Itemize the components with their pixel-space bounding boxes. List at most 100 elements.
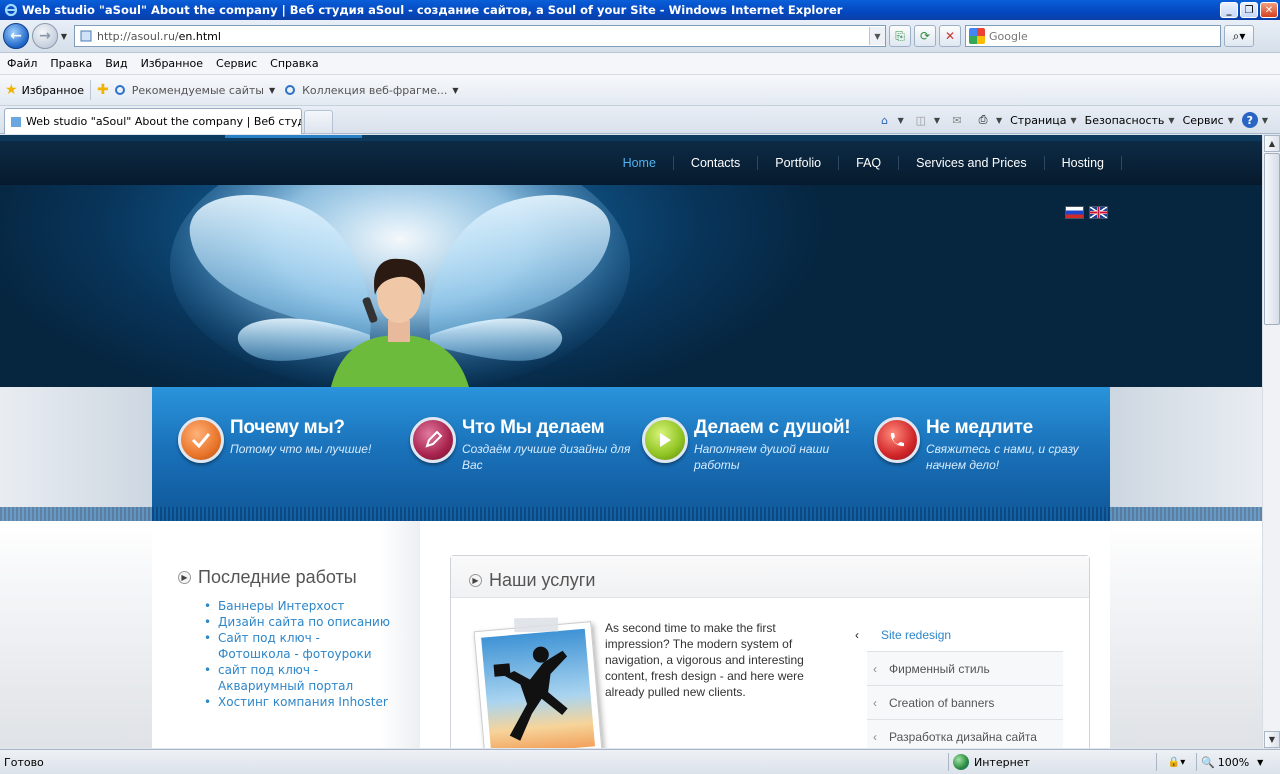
chevron-left-icon: ‹ — [873, 661, 877, 676]
compatibility-view-icon[interactable]: ⎘ — [889, 25, 911, 47]
fav-suggested-sites[interactable]: Рекомендуемые сайты ▼ — [113, 83, 275, 97]
feature-with-soul[interactable]: Делаем с душой! Наполняем душой наши раб… — [642, 417, 872, 473]
feature-what-we-do[interactable]: Что Мы делаем Создаём лучшие дизайны для… — [410, 417, 640, 473]
minimize-button[interactable]: _ — [1220, 2, 1238, 18]
services-header: ▶ Наши услуги — [451, 556, 1089, 598]
menu-favorites[interactable]: Избранное — [141, 57, 203, 70]
new-tab-button[interactable] — [304, 110, 333, 134]
feeds-button[interactable]: ◫ ▼ — [912, 112, 940, 128]
content-column: ▶ Последние работы Баннеры Интерхост Диз… — [152, 521, 1110, 748]
service-site-design[interactable]: ‹ Разработка дизайна сайта — [867, 720, 1063, 748]
add-favorite-icon[interactable]: ✚ — [97, 82, 109, 98]
window-titlebar: Web studio "aSoul" About the company | В… — [0, 0, 1280, 20]
nav-hosting[interactable]: Hosting — [1045, 156, 1122, 170]
chevron-right-icon: ▶ — [469, 574, 482, 587]
url-host: http://asoul.ru/ — [97, 29, 179, 43]
service-site-redesign[interactable]: ‹ Site redesign — [855, 618, 1063, 652]
page-viewport: Home Contacts Portfolio FAQ Services and… — [0, 135, 1262, 748]
address-dropdown-icon[interactable]: ▼ — [869, 27, 885, 45]
tools-menu[interactable]: Сервис ▼ — [1183, 114, 1234, 127]
recent-work-link[interactable]: сайт под ключ - Аквариумный портал — [204, 662, 394, 694]
favorites-bar: ★ Избранное ✚ Рекомендуемые сайты ▼ Колл… — [0, 75, 1280, 106]
recent-works-list: Баннеры Интерхост Дизайн сайта по описан… — [204, 598, 420, 710]
nav-contacts[interactable]: Contacts — [674, 156, 759, 170]
english-flag-icon[interactable] — [1089, 206, 1108, 219]
service-corporate-style[interactable]: ‹ Фирменный стиль — [867, 652, 1063, 686]
feature-subtitle: Свяжитесь с нами, и сразу начнем дело! — [926, 442, 1079, 472]
recent-work-link[interactable]: Сайт под ключ - Фотошкола - фотоуроки — [204, 630, 394, 662]
address-url[interactable]: http://asoul.ru/en.html — [97, 30, 869, 43]
menu-file[interactable]: Файл — [7, 57, 37, 70]
protected-mode-icon[interactable]: 🔒▾ — [1156, 753, 1196, 771]
forward-button[interactable]: → — [32, 23, 58, 49]
address-bar[interactable]: http://asoul.ru/en.html ▼ — [74, 25, 886, 47]
refresh-icon[interactable]: ⟳ — [914, 25, 936, 47]
scroll-thumb[interactable] — [1264, 153, 1280, 325]
security-menu-label: Безопасность — [1084, 113, 1165, 127]
feature-dont-wait[interactable]: Не медлите Свяжитесь с нами, и сразу нач… — [874, 417, 1104, 473]
chevron-right-icon: ▶ — [178, 571, 191, 584]
phone-icon — [874, 417, 920, 463]
help-icon: ? — [1241, 112, 1258, 128]
check-icon — [178, 417, 224, 463]
scroll-up-icon[interactable]: ▲ — [1264, 135, 1280, 152]
tab-active[interactable]: Web studio "aSoul" About the company | В… — [4, 108, 302, 134]
maximize-button[interactable]: ❐ — [1240, 2, 1258, 18]
favorites-button[interactable]: Избранное — [22, 84, 84, 97]
command-bar: ⌂ ▼ ◫ ▼ ✉ ⎙ ▼ Страница ▼ Безопасность ▼ Серви… — [868, 109, 1268, 131]
zoom-icon: 🔍 — [1201, 755, 1215, 769]
security-menu[interactable]: Безопасность ▼ — [1085, 114, 1175, 127]
nav-services-prices[interactable]: Services and Prices — [899, 156, 1045, 170]
jumping-man-image — [481, 628, 596, 748]
service-banners[interactable]: ‹ Creation of banners — [867, 686, 1063, 720]
nav-portfolio[interactable]: Portfolio — [758, 156, 840, 170]
help-button[interactable]: ? ▼ — [1241, 112, 1268, 128]
menu-tools[interactable]: Сервис — [216, 57, 257, 70]
search-input[interactable]: Google — [965, 25, 1221, 47]
page-menu[interactable]: Страница ▼ — [1010, 114, 1077, 127]
ie-page-icon — [283, 83, 297, 97]
fav-web-slices[interactable]: Коллекция веб-фрагме... ▼ — [283, 83, 459, 97]
home-icon: ⌂ — [881, 113, 889, 127]
globe-icon — [953, 754, 969, 770]
close-button[interactable]: ✕ — [1260, 2, 1278, 18]
search-icon[interactable]: ⌕▾ — [1224, 25, 1254, 47]
recent-work-link[interactable]: Баннеры Интерхост — [204, 598, 394, 614]
page-icon — [79, 29, 93, 43]
hero-banner — [0, 185, 1262, 391]
menu-edit[interactable]: Правка — [50, 57, 92, 70]
back-button[interactable]: ← — [3, 23, 29, 49]
chevron-down-icon: ▼ — [452, 85, 459, 95]
recent-work-link[interactable]: Хостинг компания Inhoster — [204, 694, 394, 710]
nav-home[interactable]: Home — [606, 156, 674, 170]
stop-icon[interactable]: ✕ — [939, 25, 961, 47]
menu-view[interactable]: Вид — [105, 57, 127, 70]
tab-label: Web studio "aSoul" About the company | В… — [26, 115, 301, 128]
recent-work-link[interactable]: Дизайн сайта по описанию — [204, 614, 394, 630]
recent-works-heading: ▶ Последние работы — [178, 567, 420, 588]
history-dropdown-icon[interactable]: ▼ — [58, 32, 70, 41]
scroll-down-icon[interactable]: ▼ — [1264, 731, 1280, 748]
nav-faq[interactable]: FAQ — [839, 156, 900, 170]
print-button[interactable]: ⎙ ▼ — [974, 112, 1003, 128]
mail-button[interactable]: ✉ — [948, 112, 966, 128]
fairy-wings-illustration — [170, 185, 630, 391]
services-title: Наши услуги — [489, 570, 596, 590]
vertical-scrollbar[interactable]: ▲ ▼ — [1262, 135, 1280, 748]
favorites-star-icon[interactable]: ★ — [5, 82, 18, 98]
feature-why-us[interactable]: Почему мы? Потому что мы лучшие! — [178, 417, 408, 463]
russian-flag-icon[interactable] — [1065, 206, 1084, 219]
zoom-control[interactable]: 🔍 100% ▼ — [1196, 753, 1280, 771]
fav-web-slices-label: Коллекция веб-фрагме... — [302, 83, 448, 97]
services-description: As second time to make the first impress… — [605, 621, 804, 699]
home-button[interactable]: ⌂ ▼ — [876, 112, 904, 128]
recent-works-title: Последние работы — [198, 567, 357, 587]
menu-help[interactable]: Справка — [270, 57, 318, 70]
chevron-down-icon: ▼ — [268, 85, 276, 95]
services-menu: ‹ Site redesign ‹ Фирменный стиль ‹ Crea… — [855, 618, 1063, 748]
security-zone[interactable]: Интернет — [948, 753, 1156, 771]
rss-icon: ◫ — [915, 113, 927, 127]
chevron-left-icon: ‹ — [873, 729, 877, 744]
service-label: Site redesign — [881, 627, 952, 642]
language-switcher — [1065, 206, 1108, 219]
